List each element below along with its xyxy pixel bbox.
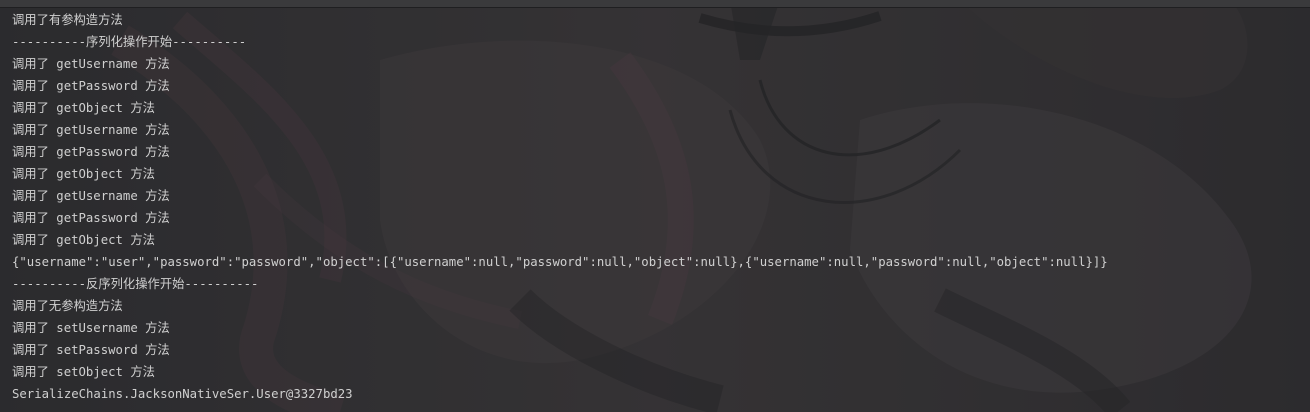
- console-line: 调用了 getUsername 方法: [12, 123, 170, 137]
- console-line-json: {"username":"user","password":"password"…: [12, 255, 1108, 269]
- console-line: ----------序列化操作开始----------: [12, 35, 247, 49]
- console-line: 调用了有参构造方法: [12, 13, 123, 27]
- console-line: ----------反序列化操作开始----------: [12, 277, 259, 291]
- console-line: 调用了 getObject 方法: [12, 101, 155, 115]
- console-line: 调用了 getPassword 方法: [12, 79, 170, 93]
- console-line: 调用了 getObject 方法: [12, 167, 155, 181]
- console-line: 调用了 setPassword 方法: [12, 343, 170, 357]
- console-line: 调用了 getPassword 方法: [12, 145, 170, 159]
- console-line: 调用了 setUsername 方法: [12, 321, 170, 335]
- console-line: 调用了无参构造方法: [12, 299, 123, 313]
- console-line: 调用了 getUsername 方法: [12, 57, 170, 71]
- run-console[interactable]: 调用了有参构造方法 ----------序列化操作开始---------- 调用…: [0, 0, 1310, 412]
- toolwindow-top-border: [0, 0, 1310, 8]
- console-output[interactable]: 调用了有参构造方法 ----------序列化操作开始---------- 调用…: [12, 9, 1302, 405]
- console-line: 调用了 getPassword 方法: [12, 211, 170, 225]
- console-line: 调用了 setObject 方法: [12, 365, 155, 379]
- console-line: 调用了 getUsername 方法: [12, 189, 170, 203]
- console-line: 调用了 getObject 方法: [12, 233, 155, 247]
- console-line: SerializeChains.JacksonNativeSer.User@33…: [12, 387, 353, 401]
